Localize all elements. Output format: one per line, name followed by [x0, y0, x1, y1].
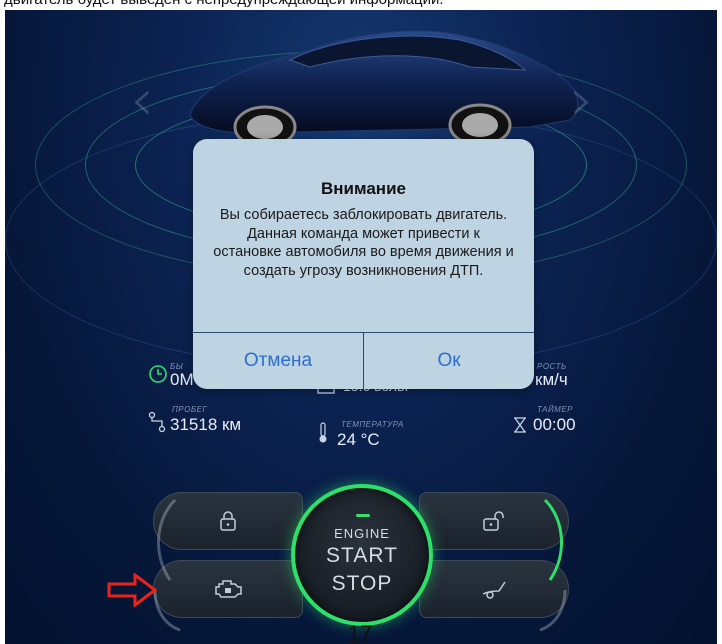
chevron-left-icon[interactable]: ‹ [130, 65, 154, 135]
speed-value: км/ч [535, 370, 568, 389]
chevron-right-icon[interactable]: › [570, 65, 594, 135]
document-top-text-fragment: двигатель будет выведен с непредупреждаю… [0, 0, 722, 10]
hourglass-icon [514, 417, 526, 433]
temperature-caption: ТЕМПЕРАТУРА [341, 420, 404, 429]
document-top-text: двигатель будет выведен с непредупреждаю… [4, 0, 444, 8]
page-number: 17 [347, 621, 373, 644]
engine-start-stop-button[interactable]: ENGINE START STOP [291, 484, 433, 626]
stop-label: STOP [331, 572, 393, 595]
clock-icon [149, 365, 167, 383]
engine-indicator [356, 514, 370, 517]
thermometer-icon [319, 422, 327, 443]
mileage-caption: ПРОБЕГ [172, 405, 208, 414]
ok-button[interactable]: Ок [364, 333, 534, 389]
dialog-message: Вы собираетесь заблокировать двигатель. … [213, 207, 514, 279]
route-icon [148, 411, 166, 433]
timer-value: 00:00 [533, 415, 576, 434]
cancel-button[interactable]: Отмена [193, 333, 363, 389]
dialog-title: Внимание [321, 179, 406, 198]
run-value: 0М [170, 370, 194, 389]
car-image [189, 30, 579, 149]
warning-dialog: Внимание Вы собираетесь заблокировать дв… [193, 139, 534, 389]
mileage-value: 31518 км [170, 415, 242, 434]
timer-caption: ТАЙМЕР [537, 405, 574, 414]
red-pointer-arrow-icon [107, 573, 157, 607]
engine-label: ENGINE [334, 526, 390, 541]
start-label: START [326, 544, 398, 567]
temperature-value: 24 °С [337, 430, 380, 449]
